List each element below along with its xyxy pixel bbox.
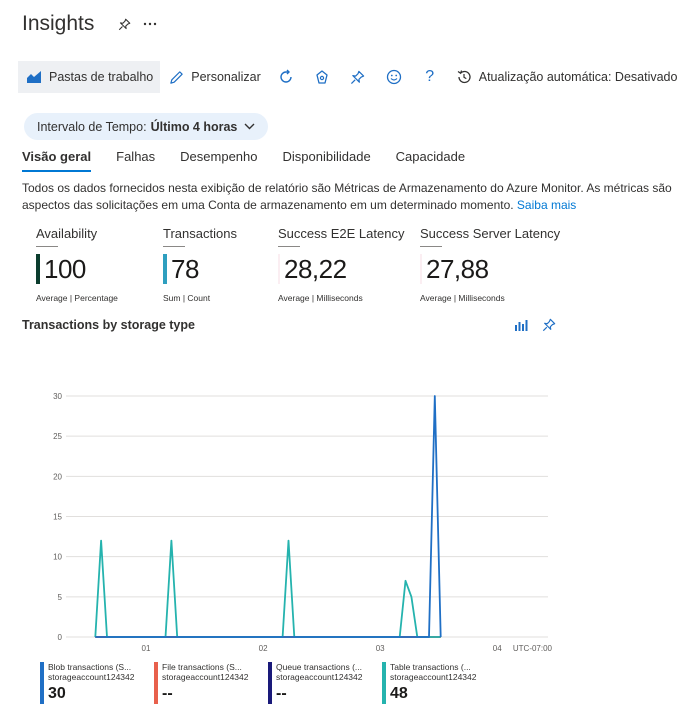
kpi-server-latency[interactable]: Success Server Latency 27,88 Average | M… xyxy=(420,226,560,303)
legend-color xyxy=(268,662,272,704)
auto-refresh-label: Atualização automática: Desativado xyxy=(478,70,678,84)
y-tick-label: 15 xyxy=(53,513,62,522)
legend-item-queue[interactable]: Queue transactions (... storageaccount12… xyxy=(268,662,371,704)
smiley-icon xyxy=(385,68,403,86)
feedback-button[interactable] xyxy=(304,61,340,93)
time-range-value: Último 4 horas xyxy=(150,119,238,134)
x-unit-label: UTC-07:00 xyxy=(513,644,553,653)
auto-refresh-button[interactable]: Atualização automática: Desativado xyxy=(448,61,685,93)
refresh-icon xyxy=(277,68,295,86)
y-tick-label: 0 xyxy=(58,633,63,642)
divider xyxy=(278,246,300,247)
chevron-down-icon xyxy=(244,123,255,130)
legend-color xyxy=(40,662,44,704)
page-title: Insights xyxy=(22,12,95,35)
kpi-color-bar xyxy=(420,254,422,284)
kpi-value: 78 xyxy=(171,253,199,284)
workbooks-button[interactable]: Pastas de trabalho xyxy=(18,61,161,93)
legend-account: storageaccount124342 xyxy=(390,672,477,682)
kpi-subtitle: Average | Milliseconds xyxy=(420,293,505,303)
pin-icon xyxy=(349,68,367,86)
y-tick-label: 20 xyxy=(53,472,62,481)
y-tick-label: 30 xyxy=(53,392,62,401)
legend-value: -- xyxy=(276,685,287,702)
x-tick-label: 04 xyxy=(493,644,502,653)
smiley-button[interactable] xyxy=(376,61,412,93)
legend-name: Queue transactions (... xyxy=(276,662,362,672)
kpi-label: Success Server Latency xyxy=(420,226,561,241)
help-icon: ? xyxy=(425,68,435,85)
kpi-transactions[interactable]: Transactions 78 Sum | Count xyxy=(163,226,237,303)
y-tick-label: 10 xyxy=(53,553,62,562)
kpi-color-bar xyxy=(163,254,167,284)
kpi-label: Availability xyxy=(36,226,98,241)
kpi-subtitle: Sum | Count xyxy=(163,293,211,303)
legend-account: storageaccount124342 xyxy=(276,672,363,682)
series-line xyxy=(94,539,441,638)
page-header: Insights xyxy=(22,10,158,38)
more-icon[interactable] xyxy=(142,22,158,26)
x-tick-label: 01 xyxy=(142,644,151,653)
kpi-availability[interactable]: Availability 100 Average | Percentage xyxy=(36,226,118,303)
tab-capacity[interactable]: Capacidade xyxy=(396,148,465,172)
time-range-label: Intervalo de Tempo: xyxy=(37,119,147,134)
chart-actions xyxy=(514,318,570,332)
x-tick-label: 03 xyxy=(376,644,385,653)
time-range-dropdown[interactable]: Intervalo de Tempo: Último 4 horas xyxy=(24,113,269,140)
y-tick-label: 5 xyxy=(58,593,63,602)
kpi-e2e-latency[interactable]: Success E2E Latency 28,22 Average | Mill… xyxy=(278,226,404,303)
metrics-icon[interactable] xyxy=(514,318,528,332)
tab-performance[interactable]: Desempenho xyxy=(180,148,257,172)
kpi-label: Transactions xyxy=(163,226,237,241)
kpi-subtitle: Average | Percentage xyxy=(36,293,118,303)
pin-icon[interactable] xyxy=(116,18,132,31)
legend-value: -- xyxy=(162,685,173,702)
legend-value: 30 xyxy=(48,685,66,702)
pin-icon[interactable] xyxy=(542,318,556,332)
legend-item-table[interactable]: Table transactions (... storageaccount12… xyxy=(382,662,485,704)
workbooks-icon xyxy=(25,68,43,86)
workbooks-label: Pastas de trabalho xyxy=(49,70,154,84)
chart-legend: Blob transactions (S... storageaccount12… xyxy=(40,662,496,704)
refresh-button[interactable] xyxy=(268,61,304,93)
x-tick-label: 02 xyxy=(259,644,268,653)
customize-label: Personalizar xyxy=(191,70,261,84)
legend-color xyxy=(382,662,386,704)
pin-dashboard-button[interactable] xyxy=(340,61,376,93)
legend-account: storageaccount124342 xyxy=(48,672,135,682)
legend-item-blob[interactable]: Blob transactions (S... storageaccount12… xyxy=(40,662,143,704)
edit-icon xyxy=(167,68,185,86)
kpi-label: Success E2E Latency xyxy=(278,226,405,241)
legend-value: 48 xyxy=(390,685,408,702)
kpi-value: 27,88 xyxy=(426,253,489,284)
legend-account: storageaccount124342 xyxy=(162,672,249,682)
customize-button[interactable]: Personalizar xyxy=(160,61,267,93)
tab-overview[interactable]: Visão geral xyxy=(22,148,92,172)
legend-color xyxy=(154,662,158,704)
kpi-color-bar xyxy=(36,254,40,284)
divider xyxy=(163,246,185,247)
tab-failures[interactable]: Falhas xyxy=(116,148,155,172)
legend-name: Blob transactions (S... xyxy=(48,662,132,672)
kpi-value: 100 xyxy=(44,253,86,284)
feedback-icon xyxy=(313,68,331,86)
transactions-line-chart[interactable]: 0 5 10 15 20 25 30 01 02 03 04 UTC-07:00 xyxy=(0,380,697,660)
legend-name: Table transactions (... xyxy=(390,662,471,672)
help-button[interactable]: ? xyxy=(412,61,448,93)
tab-bar: Visão geral Falhas Desempenho Disponibil… xyxy=(22,148,490,172)
kpi-color-bar xyxy=(278,254,280,284)
tab-availability[interactable]: Disponibilidade xyxy=(283,148,371,172)
description: Todos os dados fornecidos nesta exibição… xyxy=(22,180,692,214)
divider xyxy=(420,246,442,247)
y-tick-label: 25 xyxy=(53,432,62,441)
legend-name: File transactions (S... xyxy=(162,662,242,672)
legend-item-file[interactable]: File transactions (S... storageaccount12… xyxy=(154,662,257,704)
toolbar: Pastas de trabalho Personalizar ? Atuali… xyxy=(18,61,684,93)
kpi-subtitle: Average | Milliseconds xyxy=(278,293,363,303)
divider xyxy=(36,246,58,247)
history-icon xyxy=(455,68,473,86)
kpi-value: 28,22 xyxy=(284,253,347,284)
chart-title: Transactions by storage type xyxy=(22,318,195,332)
learn-more-link[interactable]: Saiba mais xyxy=(517,198,576,212)
